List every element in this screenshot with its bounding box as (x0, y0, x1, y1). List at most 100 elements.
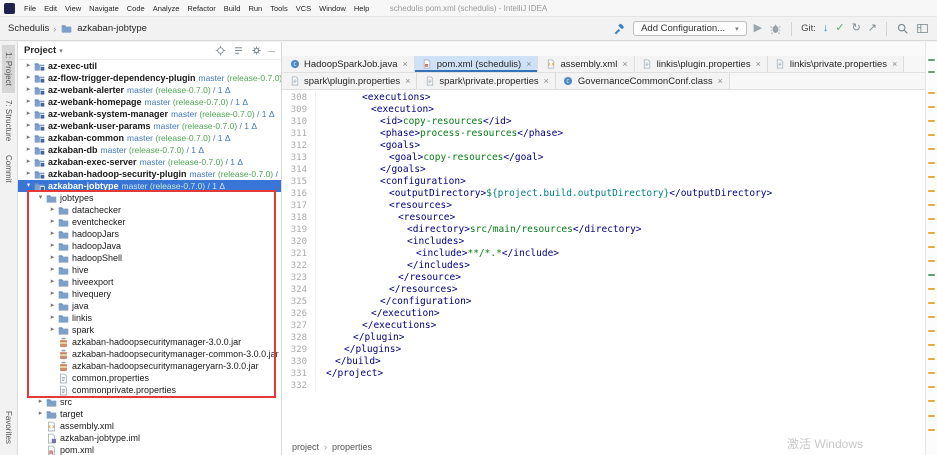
tree-expanded-arrow-icon[interactable]: ▾ (24, 180, 33, 192)
tree-row[interactable]: ▸az-webank-user-params master (release-0… (18, 120, 281, 132)
close-tab-icon[interactable]: × (544, 76, 549, 86)
tree-row[interactable]: ▸eventchecker (18, 216, 281, 228)
tree-row[interactable]: assembly.xml (18, 420, 281, 432)
close-tab-icon[interactable]: × (718, 76, 723, 86)
tree-row[interactable]: ▸az-webank-homepage master (release-0.7.… (18, 96, 281, 108)
chevron-down-icon[interactable]: ▾ (59, 47, 63, 55)
tree-row[interactable]: ▸datachecker (18, 204, 281, 216)
debug-icon[interactable] (769, 22, 782, 35)
close-tab-icon[interactable]: × (756, 59, 761, 69)
breadcrumb-item-properties[interactable]: properties (332, 442, 372, 452)
menu-run[interactable]: Run (244, 4, 266, 13)
code-editor[interactable]: 308<executions>309<execution>310<id>copy… (282, 90, 925, 439)
editor-tab[interactable]: spark\private.properties× (417, 73, 556, 89)
editor-tab[interactable]: CGovernanceCommonConf.class× (556, 73, 730, 89)
tree-row[interactable]: ▸azkaban-common master (release-0.7.0) /… (18, 132, 281, 144)
tree-collapsed-arrow-icon[interactable]: ▸ (24, 144, 33, 156)
tree-expanded-arrow-icon[interactable]: ▾ (36, 192, 45, 204)
menu-tools[interactable]: Tools (266, 4, 292, 13)
tree-collapsed-arrow-icon[interactable]: ▸ (24, 108, 33, 120)
run-configurations-combo[interactable]: Add Configuration...▾ (633, 21, 747, 36)
build-project-icon[interactable] (613, 22, 626, 35)
tool-stripe-project[interactable]: 1: Project (2, 45, 15, 93)
git-update-icon[interactable]: ↓ (823, 22, 829, 35)
git-rollback-icon[interactable]: ↻ (852, 22, 861, 35)
tree-collapsed-arrow-icon[interactable]: ▸ (48, 228, 57, 240)
error-stripe-scrollbar[interactable] (925, 42, 937, 455)
tree-row[interactable]: ▸hive (18, 264, 281, 276)
tree-row[interactable]: ▸azkaban-db master (release-0.7.0) / 1 Δ (18, 144, 281, 156)
tree-collapsed-arrow-icon[interactable]: ▸ (48, 276, 57, 288)
tree-collapsed-arrow-icon[interactable]: ▸ (48, 264, 57, 276)
search-everywhere-icon[interactable] (896, 22, 909, 35)
close-tab-icon[interactable]: × (402, 59, 407, 69)
tree-collapsed-arrow-icon[interactable]: ▸ (48, 240, 57, 252)
tree-row[interactable]: ▸target (18, 408, 281, 420)
tree-row[interactable]: ▸az-flow-trigger-dependency-plugin maste… (18, 72, 281, 84)
tree-row[interactable]: ▾jobtypes (18, 192, 281, 204)
tree-row[interactable]: ▸azkaban-hadoop-security-plugin master (… (18, 168, 281, 180)
tree-row[interactable]: azkaban-hadoopsecuritymanager-common-3.0… (18, 348, 281, 360)
breadcrumb-root[interactable]: Schedulis (8, 23, 49, 34)
tool-stripe-commit[interactable]: Commit (2, 148, 15, 190)
editor-tab[interactable]: CHadoopSparkJob.java× (282, 56, 415, 72)
tree-collapsed-arrow-icon[interactable]: ▸ (24, 120, 33, 132)
tree-collapsed-arrow-icon[interactable]: ▸ (48, 300, 57, 312)
tree-row[interactable]: ▸az-webank-alerter master (release-0.7.0… (18, 84, 281, 96)
tree-row[interactable]: ▸az-webank-system-manager master (releas… (18, 108, 281, 120)
tree-row[interactable]: ▸src (18, 396, 281, 408)
run-icon[interactable]: ▶ (754, 22, 762, 35)
tree-collapsed-arrow-icon[interactable]: ▸ (24, 72, 33, 84)
tree-collapsed-arrow-icon[interactable]: ▸ (24, 168, 33, 180)
tree-collapsed-arrow-icon[interactable]: ▸ (48, 288, 57, 300)
breadcrumb-item-project[interactable]: project (292, 442, 319, 452)
menu-edit[interactable]: Edit (40, 4, 61, 13)
tree-collapsed-arrow-icon[interactable]: ▸ (48, 252, 57, 264)
close-tab-icon[interactable]: × (622, 59, 627, 69)
tree-collapsed-arrow-icon[interactable]: ▸ (24, 60, 33, 72)
git-push-icon[interactable]: ↗ (868, 22, 877, 35)
tree-row[interactable]: azkaban-hadoopsecuritymanager-3.0.0.jar (18, 336, 281, 348)
tree-row[interactable]: ▸hadoopJars (18, 228, 281, 240)
menu-navigate[interactable]: Navigate (85, 4, 123, 13)
tree-row[interactable]: ▸hadoopJava (18, 240, 281, 252)
tree-row[interactable]: azkaban-hadoopsecuritymanageryarn-3.0.0.… (18, 360, 281, 372)
menu-refactor[interactable]: Refactor (183, 4, 219, 13)
locate-file-icon[interactable] (215, 45, 226, 56)
tree-row[interactable]: ▸azkaban-exec-server master (release-0.7… (18, 156, 281, 168)
tree-collapsed-arrow-icon[interactable]: ▸ (36, 408, 45, 420)
close-tab-icon[interactable]: × (405, 76, 410, 86)
tree-row[interactable]: ▸hiveexport (18, 276, 281, 288)
menu-build[interactable]: Build (220, 4, 245, 13)
tree-collapsed-arrow-icon[interactable]: ▸ (36, 396, 45, 408)
menu-code[interactable]: Code (123, 4, 149, 13)
tree-collapsed-arrow-icon[interactable]: ▸ (24, 132, 33, 144)
tree-row[interactable]: ▸hivequery (18, 288, 281, 300)
tool-stripe-favorites[interactable]: Favorites (2, 404, 15, 451)
tree-row[interactable]: ▸spark (18, 324, 281, 336)
editor-tab[interactable]: spark\plugin.properties× (282, 73, 417, 89)
menu-window[interactable]: Window (315, 4, 350, 13)
editor-tab[interactable]: assembly.xml× (538, 56, 634, 72)
tree-row[interactable]: ▸linkis (18, 312, 281, 324)
editor-tab[interactable]: linkis\plugin.properties× (635, 56, 768, 72)
editor-tab[interactable]: mpom.xml (schedulis)× (415, 56, 539, 72)
hide-panel-icon[interactable]: ─ (269, 46, 275, 56)
menu-file[interactable]: File (20, 4, 40, 13)
tree-collapsed-arrow-icon[interactable]: ▸ (24, 156, 33, 168)
tree-collapsed-arrow-icon[interactable]: ▸ (48, 312, 57, 324)
window-layout-icon[interactable] (916, 22, 929, 35)
close-tab-icon[interactable]: × (892, 59, 897, 69)
tree-row[interactable]: ▸java (18, 300, 281, 312)
collapse-all-icon[interactable] (233, 45, 244, 56)
tree-row[interactable]: ▸az-exec-util (18, 60, 281, 72)
tool-stripe-structure[interactable]: 7: Structure (2, 93, 15, 148)
tree-collapsed-arrow-icon[interactable]: ▸ (24, 96, 33, 108)
settings-icon[interactable] (251, 45, 262, 56)
tree-row[interactable]: azkaban-jobtype.iml (18, 432, 281, 444)
editor-tab[interactable]: linkis\private.properties× (768, 56, 904, 72)
tree-collapsed-arrow-icon[interactable]: ▸ (48, 324, 57, 336)
close-tab-icon[interactable]: × (526, 59, 531, 69)
tree-collapsed-arrow-icon[interactable]: ▸ (48, 204, 57, 216)
tree-row[interactable]: mpom.xml (18, 444, 281, 455)
